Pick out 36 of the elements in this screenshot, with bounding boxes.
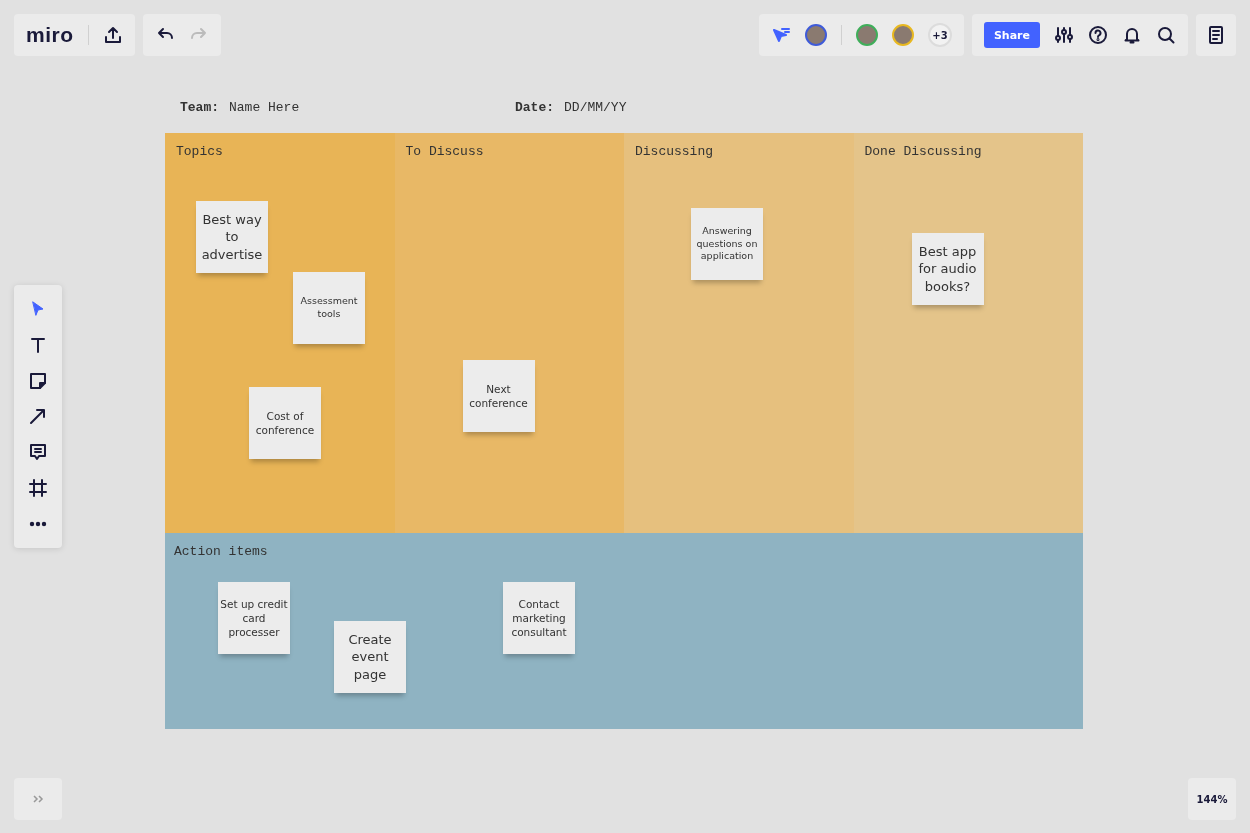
sticky-note[interactable]: Assessment tools bbox=[293, 272, 365, 344]
team-value: Name Here bbox=[229, 100, 301, 115]
avatar[interactable] bbox=[891, 24, 914, 46]
sticky-note[interactable]: Cost of conference bbox=[249, 387, 321, 459]
upload-icon[interactable] bbox=[102, 25, 123, 45]
sticky-note[interactable]: Best way to advertise bbox=[196, 201, 268, 273]
sticky-note[interactable]: Best app for audio books? bbox=[911, 233, 984, 305]
avatar[interactable] bbox=[804, 24, 827, 46]
notes-list-icon[interactable] bbox=[1206, 25, 1226, 45]
sticky-note[interactable]: Create event page bbox=[334, 621, 406, 693]
column-title: To Discuss bbox=[405, 144, 484, 159]
team-label: Team: bbox=[180, 100, 219, 115]
column-title: Topics bbox=[176, 144, 223, 159]
bell-icon[interactable] bbox=[1122, 25, 1142, 45]
cursor-follow-icon[interactable] bbox=[770, 25, 791, 45]
zoom-level-button[interactable]: 144% bbox=[1188, 778, 1236, 820]
date-label: Date: bbox=[515, 100, 555, 115]
sticky-note[interactable]: Next conference bbox=[462, 360, 535, 432]
share-button[interactable]: Share bbox=[983, 22, 1040, 48]
column-title: Done Discussing bbox=[864, 144, 982, 159]
help-icon[interactable] bbox=[1088, 25, 1108, 45]
section-title: Action items bbox=[174, 544, 268, 559]
arrow-icon[interactable] bbox=[28, 406, 48, 427]
date-value: DD/MM/YY bbox=[564, 100, 627, 115]
comment-icon[interactable] bbox=[28, 442, 48, 463]
sticky-note[interactable]: Set up credit card processer bbox=[218, 582, 290, 654]
settings-sliders-icon[interactable] bbox=[1054, 25, 1074, 45]
double-chevron-icon bbox=[32, 794, 44, 804]
sticky-note[interactable]: Contact marketing consultant bbox=[503, 582, 575, 654]
more-collaborators-count[interactable]: +3 bbox=[927, 23, 952, 47]
frame-icon[interactable] bbox=[28, 478, 48, 499]
column-title: Discussing bbox=[635, 144, 713, 159]
avatar[interactable] bbox=[855, 24, 878, 46]
sticky-note-icon[interactable] bbox=[28, 370, 48, 391]
search-icon[interactable] bbox=[1156, 25, 1176, 45]
sticky-note[interactable]: Answering questions on application bbox=[691, 208, 763, 280]
